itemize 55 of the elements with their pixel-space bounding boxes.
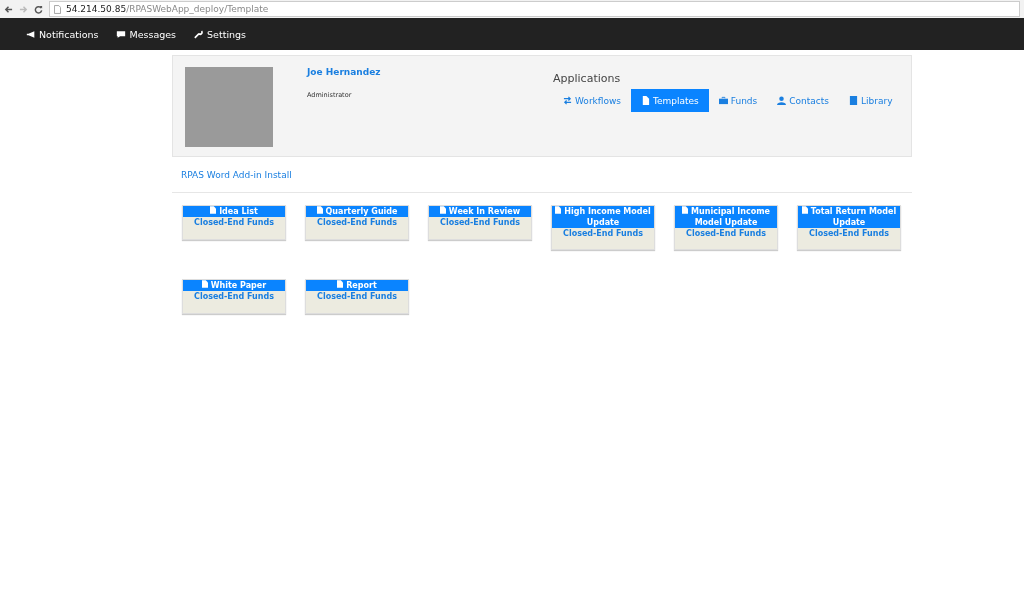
wrench-icon <box>194 29 205 39</box>
page-icon <box>54 4 61 14</box>
template-card[interactable]: Total Return Model Update Closed-End Funds <box>797 205 901 250</box>
back-icon[interactable] <box>4 4 13 14</box>
template-name: Report <box>346 281 377 290</box>
megaphone-icon <box>26 29 36 39</box>
template-name: White Paper <box>210 281 267 290</box>
comment-icon <box>116 29 127 39</box>
template-name: Total Return Model Update <box>810 207 897 227</box>
briefcase-icon <box>718 96 728 105</box>
install-link[interactable]: RPAS Word Add-in Install <box>181 170 912 180</box>
template-card[interactable]: High Income Model Update Closed-End Funds <box>551 205 655 250</box>
app-tab[interactable]: Library <box>839 89 903 112</box>
user-name: Joe Hernandez <box>307 67 382 77</box>
nav-link[interactable]: Settings <box>194 28 247 40</box>
document-icon <box>682 206 689 214</box>
document-icon <box>337 280 344 288</box>
app-tab[interactable]: Funds <box>708 89 768 112</box>
book-icon <box>849 96 858 105</box>
app-tab[interactable]: Workflows <box>553 89 631 112</box>
nav-link[interactable]: Messages <box>116 28 177 40</box>
app-tab[interactable]: Templates <box>631 89 709 112</box>
template-category: Closed-End Funds <box>193 217 275 229</box>
template-category: Closed-End Funds <box>439 217 521 229</box>
template-category: Closed-End Funds <box>193 291 275 303</box>
template-card[interactable]: White Paper Closed-End Funds <box>182 279 286 314</box>
template-category: Closed-End Funds <box>316 291 398 303</box>
document-icon <box>555 206 562 214</box>
template-card[interactable]: Idea List Closed-End Funds <box>182 205 286 240</box>
template-card[interactable]: Municipal Income Model Update Closed-End Funds <box>674 205 778 250</box>
template-card[interactable]: Quarterly Guide Closed-End Funds <box>305 205 409 240</box>
template-name: Municipal Income Model Update <box>691 207 770 227</box>
template-name: Week In Review <box>448 207 521 216</box>
template-category: Closed-End Funds <box>685 228 767 240</box>
document-icon <box>439 206 446 214</box>
document-icon <box>801 206 808 214</box>
user-icon <box>777 96 787 105</box>
template-card[interactable]: Week In Review Closed-End Funds <box>428 205 532 240</box>
template-category: Closed-End Funds <box>316 217 398 229</box>
template-name: High Income Model Update <box>564 207 651 227</box>
template-name: Idea List <box>219 207 258 216</box>
address-bar[interactable]: 54.214.50.85/RPASWebApp_deploy/Template <box>49 1 1020 17</box>
document-icon <box>316 206 323 214</box>
applications-heading: Applications <box>553 72 622 85</box>
template-card[interactable]: Report Closed-End Funds <box>305 279 409 314</box>
document-icon <box>210 206 217 214</box>
template-category: Closed-End Funds <box>808 228 890 240</box>
reload-icon[interactable] <box>34 4 43 14</box>
document-icon <box>641 96 650 105</box>
arrows-icon <box>563 96 572 105</box>
app-tab[interactable]: Contacts <box>767 89 839 112</box>
template-category: Closed-End Funds <box>562 228 644 240</box>
nav-link[interactable]: Notifications <box>26 28 99 40</box>
document-icon <box>201 280 208 288</box>
template-name: Quarterly Guide <box>325 207 398 216</box>
